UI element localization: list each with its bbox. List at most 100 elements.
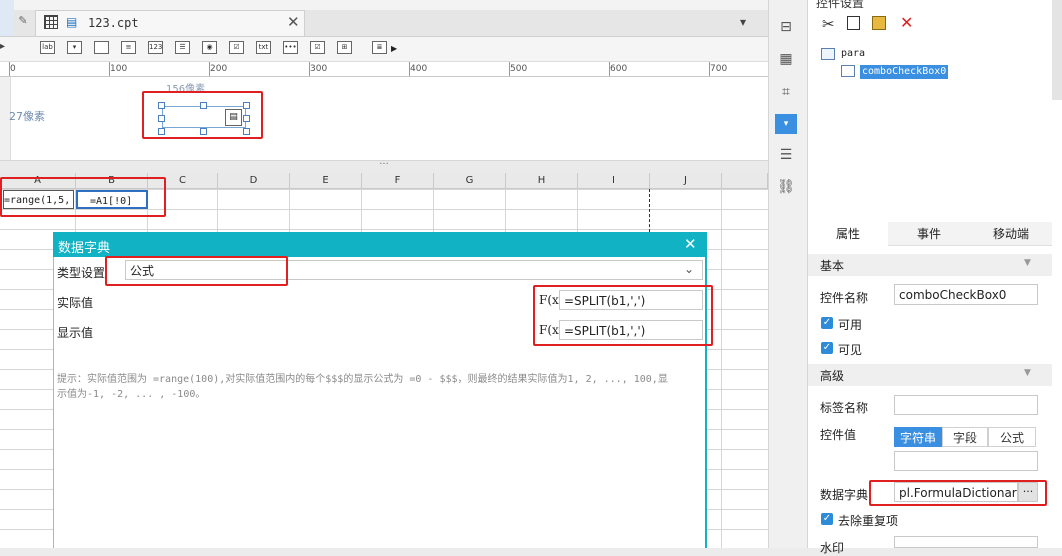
cell-element-icon[interactable]: ▦ xyxy=(777,51,795,67)
column-header[interactable]: G xyxy=(434,173,506,189)
enabled-checkbox[interactable]: ✓ xyxy=(821,317,833,329)
resize-handle[interactable] xyxy=(243,115,250,122)
resize-handle[interactable] xyxy=(158,115,165,122)
pin-icon[interactable]: ✎ xyxy=(14,12,32,30)
ruler-mark: 0 xyxy=(10,64,16,74)
column-header[interactable]: I xyxy=(578,173,650,189)
tab-events[interactable]: 事件 xyxy=(890,222,968,246)
column-header[interactable]: J xyxy=(650,173,722,189)
collapse-icon[interactable]: ▼ xyxy=(1024,368,1031,378)
tree-child-selected[interactable]: comboCheckBox0 xyxy=(860,65,949,79)
ruler-mark: 200 xyxy=(210,64,228,74)
resize-handle[interactable] xyxy=(243,128,250,135)
basic-section-title: 基本 xyxy=(820,259,845,273)
number-widget-icon[interactable]: 123 xyxy=(148,41,163,54)
tab-properties[interactable]: 属性 xyxy=(808,222,888,246)
ruler-mark: 500 xyxy=(510,64,528,74)
dialog-title: 数据字典 xyxy=(58,241,111,256)
ruler-mark: 700 xyxy=(710,64,728,74)
checkbox-widget-icon[interactable]: ☑ xyxy=(310,41,325,54)
combo-widget-icon[interactable]: ▾ xyxy=(67,41,82,54)
copy-icon[interactable] xyxy=(847,16,860,30)
chevron-down-icon[interactable]: ⌄ xyxy=(684,262,694,276)
visible-label: 可见 xyxy=(838,343,863,357)
display-value-label: 显示值 xyxy=(57,326,94,340)
advanced-section-title: 高级 xyxy=(820,369,845,383)
password-widget-icon[interactable]: ••• xyxy=(283,41,298,54)
panel-scrollbar[interactable] xyxy=(1052,0,1062,100)
delete-icon[interactable]: ✕ xyxy=(900,13,913,32)
top-strip xyxy=(0,0,768,10)
label-widget-icon[interactable]: lab xyxy=(40,41,55,54)
sidebar-edge xyxy=(0,0,14,36)
widget-name-input[interactable]: comboCheckBox0 xyxy=(894,284,1038,305)
resize-handle[interactable] xyxy=(200,102,207,109)
highlight-formulas xyxy=(533,285,713,346)
parameter-pane[interactable] xyxy=(0,77,768,161)
pane-splitter[interactable]: ··· xyxy=(0,160,768,174)
more-widgets-icon[interactable]: ≣ xyxy=(372,41,387,54)
highlight-cells xyxy=(0,177,166,217)
value-type-field[interactable]: 字段 xyxy=(942,427,988,447)
resize-handle[interactable] xyxy=(158,102,165,109)
textarea-widget-icon[interactable]: ≡ xyxy=(121,41,136,54)
tag-name-label: 标签名称 xyxy=(820,401,869,415)
ruler-mark: 600 xyxy=(610,64,628,74)
resize-handle[interactable] xyxy=(158,128,165,135)
tab-menu-icon[interactable]: ▾ xyxy=(740,15,746,29)
value-type-string[interactable]: 字符串 xyxy=(894,427,942,447)
value-type-formula[interactable]: 公式 xyxy=(988,427,1036,447)
actual-value-label: 实际值 xyxy=(57,296,94,310)
watermark-input[interactable] xyxy=(894,536,1038,548)
report-icon: ▤ xyxy=(66,15,78,29)
dedupe-checkbox[interactable]: ✓ xyxy=(821,513,833,525)
tree-root[interactable]: para xyxy=(841,48,865,59)
advanced-section[interactable] xyxy=(808,364,1052,386)
highlight-dictionary xyxy=(869,480,1047,506)
panel-header: 控件设置 xyxy=(816,0,865,10)
dialog-hint: 提示：实际值范围为 =range(100),对实际值范围内的每个$$$的显示公式… xyxy=(57,374,668,400)
toolbar-expand-icon[interactable]: ▶ xyxy=(391,44,397,53)
widget-settings-icon[interactable]: ▾ xyxy=(775,114,797,134)
column-header-blank xyxy=(722,173,768,189)
resize-handle[interactable] xyxy=(200,128,207,135)
widget-value-input[interactable] xyxy=(894,451,1038,471)
text-widget-icon[interactable]: txt xyxy=(256,41,271,54)
tag-name-input[interactable] xyxy=(894,395,1038,415)
cut-icon[interactable]: ✂ xyxy=(822,15,835,33)
checkbox-group-icon[interactable]: ☑ xyxy=(229,41,244,54)
column-header[interactable]: H xyxy=(506,173,578,189)
widget-dropdown-icon[interactable]: ▤ xyxy=(225,109,242,126)
radio-group-icon[interactable]: ◉ xyxy=(202,41,217,54)
paste-icon[interactable] xyxy=(872,16,886,30)
basic-section[interactable] xyxy=(808,254,1052,276)
toolbar-overflow-icon[interactable]: ▸ xyxy=(0,41,5,52)
column-header[interactable]: F xyxy=(362,173,434,189)
highlight-type xyxy=(105,256,288,286)
tab-label: 123.cpt xyxy=(88,16,139,30)
grid-line xyxy=(721,189,722,548)
ruler-mark: 400 xyxy=(410,64,428,74)
float-element-icon[interactable]: ⌗ xyxy=(777,84,795,100)
condition-icon[interactable]: ☰ xyxy=(777,147,795,163)
list-widget-icon[interactable]: ☰ xyxy=(175,41,190,54)
right-icon-strip xyxy=(768,0,808,548)
dropdown-widget-icon[interactable] xyxy=(94,41,109,54)
cell-attribute-icon[interactable]: ⊟ xyxy=(777,19,795,35)
form-icon xyxy=(44,15,58,29)
hyperlink-icon[interactable]: ⛓ xyxy=(777,179,795,195)
tree-widget-icon[interactable]: ⊞ xyxy=(337,41,352,54)
close-icon[interactable]: ✕ xyxy=(287,13,300,31)
column-header[interactable]: D xyxy=(218,173,290,189)
collapse-icon[interactable]: ▼ xyxy=(1024,258,1031,268)
visible-checkbox[interactable]: ✓ xyxy=(821,342,833,354)
para-node-icon xyxy=(821,48,835,60)
resize-handle[interactable] xyxy=(243,102,250,109)
widget-name-label: 控件名称 xyxy=(820,291,869,305)
type-label: 类型设置 xyxy=(57,266,106,280)
widget-value-label: 控件值 xyxy=(820,428,857,442)
dialog-close-icon[interactable]: ✕ xyxy=(684,235,697,253)
column-header[interactable]: E xyxy=(290,173,362,189)
tab-mobile[interactable]: 移动端 xyxy=(970,222,1052,246)
enabled-label: 可用 xyxy=(838,318,863,332)
